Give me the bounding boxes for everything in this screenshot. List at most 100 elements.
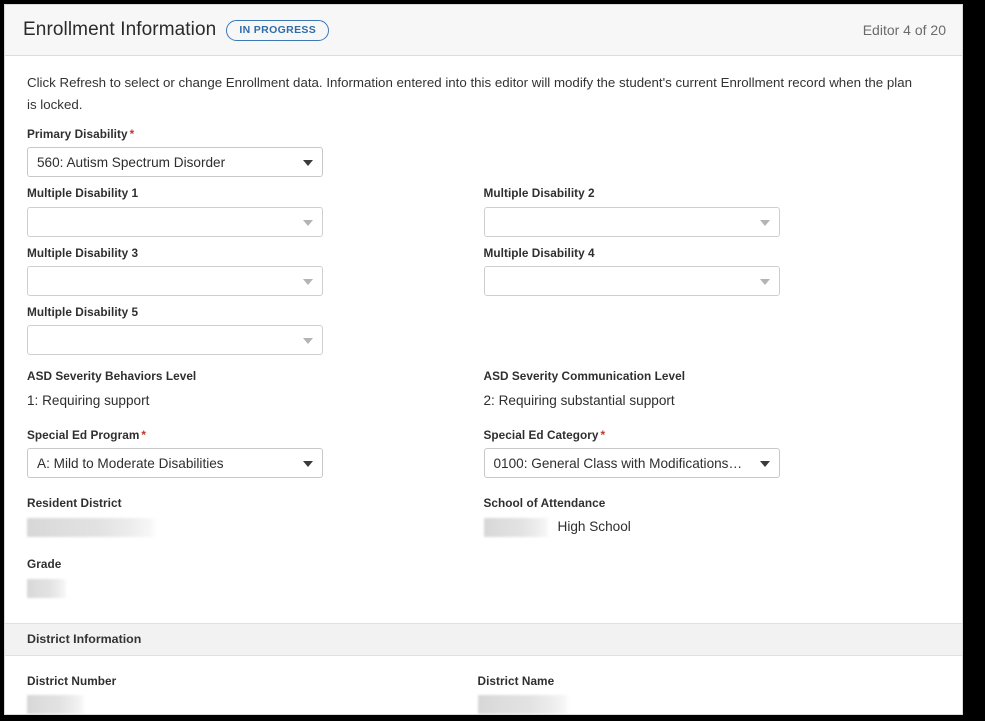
label-multiple-disability-3: Multiple Disability 3 <box>27 245 139 260</box>
col-right: District Name <box>477 674 941 714</box>
col-right: Multiple Disability 4 <box>483 245 941 305</box>
school-name-suffix: High School <box>557 519 631 535</box>
label-district-number: District Number <box>27 673 117 688</box>
chevron-down-icon <box>303 219 313 226</box>
redacted-block <box>27 578 67 598</box>
required-asterisk: * <box>141 427 147 442</box>
row-district-info: District Number District Name <box>27 674 940 714</box>
row-district-school: Resident District School of Attendance H… <box>27 496 940 547</box>
section-title: District Information <box>27 632 142 647</box>
col-right <box>484 305 941 364</box>
label-asd-behaviors: ASD Severity Behaviors Level <box>27 369 197 384</box>
label-school-of-attendance: School of Attendance <box>483 496 606 511</box>
chevron-down-icon <box>303 461 313 468</box>
select-multiple-disability-4[interactable] <box>483 266 780 297</box>
field-district-name: District Name <box>477 673 921 714</box>
row-multiple-disability-3-4: Multiple Disability 3 Multiple Disabilit… <box>27 246 940 305</box>
field-asd-behaviors: ASD Severity Behaviors Level 1: Requirin… <box>27 369 464 411</box>
editor-body[interactable]: Click Refresh to select or change Enroll… <box>5 56 962 714</box>
select-multiple-disability-2[interactable] <box>483 206 780 237</box>
col-left: Multiple Disability 5 <box>27 305 484 364</box>
field-special-ed-category: Special Ed Category * 0100: General Class… <box>483 428 921 479</box>
value-school-of-attendance: High School <box>483 516 921 538</box>
chevron-down-icon <box>759 219 770 226</box>
chevron-down-icon <box>303 160 313 167</box>
redacted-block <box>27 517 157 537</box>
chevron-down-icon <box>759 461 770 468</box>
field-primary-disability: Primary Disability * 560: Autism Spectrum… <box>27 127 464 178</box>
field-multiple-disability-5: Multiple Disability 5 <box>27 305 464 356</box>
row-multiple-disability-1-2: Multiple Disability 1 Multiple Disabilit… <box>27 186 940 245</box>
value-resident-district <box>27 516 464 538</box>
select-primary-disability[interactable]: 560: Autism Spectrum Disorder <box>27 147 323 178</box>
field-resident-district: Resident District <box>27 496 464 538</box>
field-asd-communication: ASD Severity Communication Level 2: Requ… <box>484 369 921 411</box>
page-title: Enrollment Information <box>23 19 217 40</box>
chevron-down-icon <box>759 279 770 286</box>
col-right <box>484 127 941 186</box>
row-special-ed: Special Ed Program * A: Mild to Moderate … <box>27 428 940 487</box>
editor-header: Enrollment Information IN PROGRESS Edito… <box>5 5 962 56</box>
label-primary-disability: Primary Disability * <box>27 127 464 142</box>
col-left: Multiple Disability 1 <box>27 186 484 245</box>
section-header-district-information: District Information <box>5 622 962 656</box>
field-special-ed-program: Special Ed Program * A: Mild to Moderate … <box>27 428 464 479</box>
label-multiple-disability-5: Multiple Disability 5 <box>27 305 139 320</box>
select-primary-disability-value: 560: Autism Spectrum Disorder <box>37 154 226 170</box>
label-grade: Grade <box>27 557 62 572</box>
label-text: Special Ed Category <box>483 427 599 442</box>
label-special-ed-program: Special Ed Program * <box>27 428 464 443</box>
col-right: Special Ed Category * 0100: General Class… <box>483 428 941 487</box>
col-left: Multiple Disability 3 <box>27 246 484 305</box>
status-badge: IN PROGRESS <box>226 19 330 41</box>
select-special-ed-category-value: 0100: General Class with Modifications… <box>493 455 743 471</box>
label-resident-district: Resident District <box>27 496 122 511</box>
select-special-ed-category[interactable]: 0100: General Class with Modifications… <box>483 448 780 479</box>
row-multiple-disability-5: Multiple Disability 5 <box>27 305 940 364</box>
select-special-ed-program-value: A: Mild to Moderate Disabilities <box>37 455 224 471</box>
label-multiple-disability-4: Multiple Disability 4 <box>483 245 595 260</box>
screen-frame: Enrollment Information IN PROGRESS Edito… <box>0 0 985 721</box>
select-multiple-disability-5[interactable] <box>27 325 323 356</box>
label-special-ed-category: Special Ed Category * <box>484 428 921 443</box>
chevron-down-icon <box>303 338 313 345</box>
redacted-block <box>477 695 570 714</box>
value-asd-communication: 2: Requiring substantial support <box>483 392 675 408</box>
editor-window: Enrollment Information IN PROGRESS Edito… <box>4 4 963 715</box>
label-text: Primary Disability <box>27 127 128 142</box>
col-left: District Number <box>27 674 484 714</box>
label-multiple-disability-1: Multiple Disability 1 <box>27 186 139 201</box>
redacted-block <box>27 695 85 714</box>
value-district-name <box>477 694 921 714</box>
field-school-of-attendance: School of Attendance High School <box>483 496 921 538</box>
row-grade: Grade <box>27 557 940 608</box>
col-left: Grade <box>27 557 484 608</box>
label-district-name: District Name <box>477 673 555 688</box>
value-district-number <box>27 694 464 714</box>
field-multiple-disability-2: Multiple Disability 2 <box>483 186 921 237</box>
required-asterisk: * <box>129 127 135 142</box>
col-left: Resident District <box>27 496 484 547</box>
field-district-number: District Number <box>27 674 464 714</box>
value-grade <box>27 578 464 600</box>
field-multiple-disability-1: Multiple Disability 1 <box>27 186 464 237</box>
field-multiple-disability-4: Multiple Disability 4 <box>483 245 921 297</box>
select-multiple-disability-1[interactable] <box>27 206 323 237</box>
col-left: ASD Severity Behaviors Level 1: Requirin… <box>27 369 484 420</box>
col-right <box>484 557 941 608</box>
select-multiple-disability-3[interactable] <box>27 266 323 297</box>
field-grade: Grade <box>27 557 464 599</box>
editor-counter: Editor 4 of 20 <box>862 22 946 38</box>
enrollment-form: Primary Disability * 560: Autism Spectrum… <box>5 115 962 609</box>
field-multiple-disability-3: Multiple Disability 3 <box>27 245 464 297</box>
chevron-down-icon <box>303 279 313 286</box>
select-special-ed-program[interactable]: A: Mild to Moderate Disabilities <box>27 448 323 479</box>
redacted-block <box>483 517 550 537</box>
col-left: Primary Disability * 560: Autism Spectrum… <box>27 127 484 186</box>
col-left: Special Ed Program * A: Mild to Moderate … <box>27 428 484 487</box>
required-asterisk: * <box>600 427 606 442</box>
label-multiple-disability-2: Multiple Disability 2 <box>483 186 595 201</box>
col-right: Multiple Disability 2 <box>483 186 941 245</box>
col-right: ASD Severity Communication Level 2: Requ… <box>484 369 941 420</box>
label-asd-communication: ASD Severity Communication Level <box>483 369 686 384</box>
